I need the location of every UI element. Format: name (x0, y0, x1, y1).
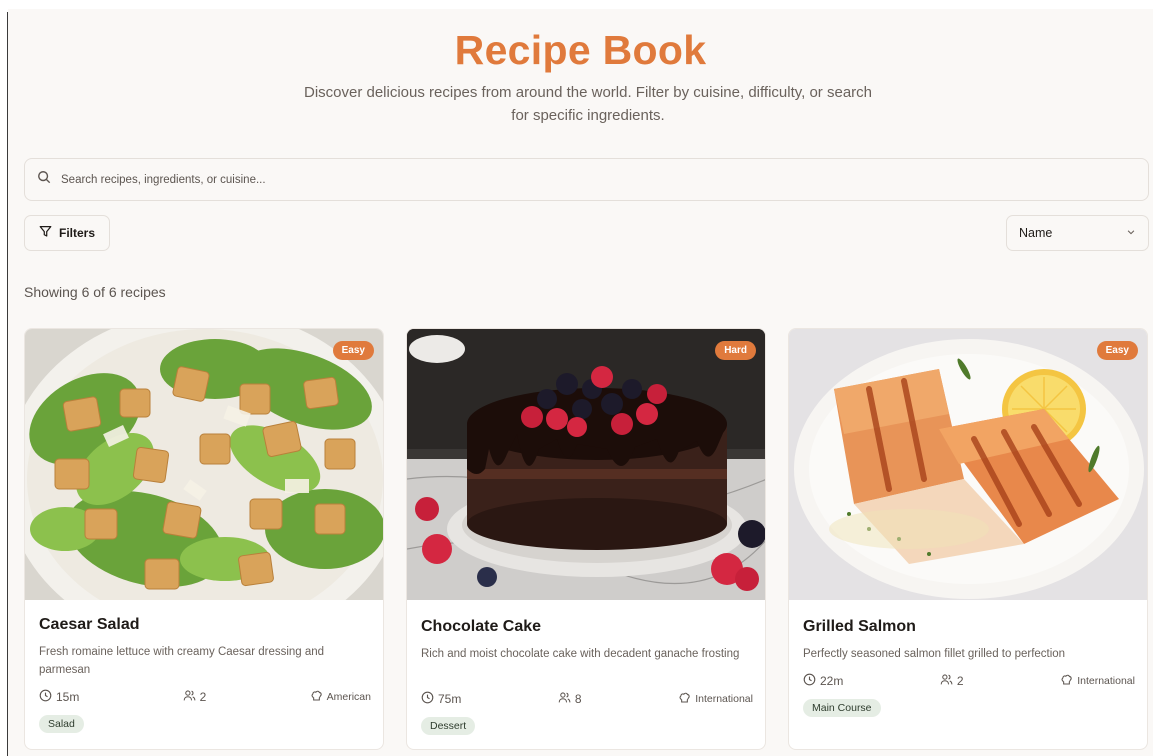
recipe-description: Perfectly seasoned salmon fillet grilled… (803, 648, 1066, 660)
recipe-cuisine: International (1077, 675, 1135, 687)
sort-value: Name (1019, 226, 1053, 240)
recipe-description: Rich and moist chocolate cake with decad… (421, 648, 740, 660)
recipe-time: 15m (56, 690, 80, 704)
difficulty-badge: Hard (715, 341, 756, 360)
search-bar[interactable] (24, 158, 1149, 201)
difficulty-badge: Easy (332, 341, 374, 360)
recipe-cuisine: International (695, 693, 753, 705)
search-icon (37, 170, 51, 189)
difficulty-badge: Easy (1096, 341, 1138, 360)
chevron-down-icon (1126, 226, 1136, 240)
category-tag: Main Course (803, 699, 881, 717)
recipe-time: 75m (438, 692, 462, 706)
recipe-page: Recipe Book Discover delicious recipes f… (8, 9, 1153, 756)
sort-select[interactable]: Name (1006, 215, 1149, 251)
chocolate-cake-image: Hard (407, 329, 765, 600)
chef-hat-icon (678, 691, 691, 707)
caesar-salad-image: Easy (25, 329, 383, 600)
window-edge (0, 0, 8, 756)
recipe-servings: 8 (574, 692, 582, 706)
page-title: Recipe Book (454, 27, 707, 73)
results-count: Showing 6 of 6 recipes (24, 284, 166, 300)
category-tag: Salad (39, 715, 84, 733)
filters-label: Filters (58, 226, 95, 240)
filters-button[interactable]: Filters (24, 215, 110, 251)
recipe-title: Grilled Salmon (803, 618, 916, 635)
clock-icon (421, 691, 434, 707)
recipe-meta: 15m 2 American (39, 689, 371, 705)
recipe-title: Chocolate Cake (421, 618, 542, 635)
recipe-time: 22m (820, 674, 844, 688)
recipe-card[interactable]: Hard Chocolate Cake Rich and moist choco… (406, 328, 766, 750)
recipe-card[interactable]: Easy Caesar Salad Fresh romaine lettuce … (24, 328, 384, 750)
recipe-description: Fresh romaine lettuce with creamy Caesar… (39, 646, 325, 676)
clock-icon (39, 689, 52, 705)
filter-icon (39, 225, 52, 241)
chef-hat-icon (310, 689, 323, 705)
users-icon (940, 673, 953, 689)
recipe-meta: 22m 2 International (803, 673, 1135, 689)
users-icon (558, 691, 571, 707)
recipe-cuisine: American (326, 691, 371, 703)
category-tag: Dessert (421, 717, 476, 735)
search-input[interactable] (61, 173, 961, 186)
users-icon (183, 689, 196, 705)
grilled-salmon-image: Easy (789, 329, 1147, 600)
recipe-servings: 2 (199, 690, 207, 704)
recipe-meta: 75m 8 International (421, 691, 753, 707)
recipe-card[interactable]: Easy Grilled Salmon Perfectly seasoned s… (788, 328, 1148, 750)
recipe-title: Caesar Salad (39, 616, 140, 633)
recipe-servings: 2 (956, 674, 964, 688)
clock-icon (803, 673, 816, 689)
page-subtitle: Discover delicious recipes from around t… (303, 84, 872, 124)
chef-hat-icon (1060, 673, 1073, 689)
